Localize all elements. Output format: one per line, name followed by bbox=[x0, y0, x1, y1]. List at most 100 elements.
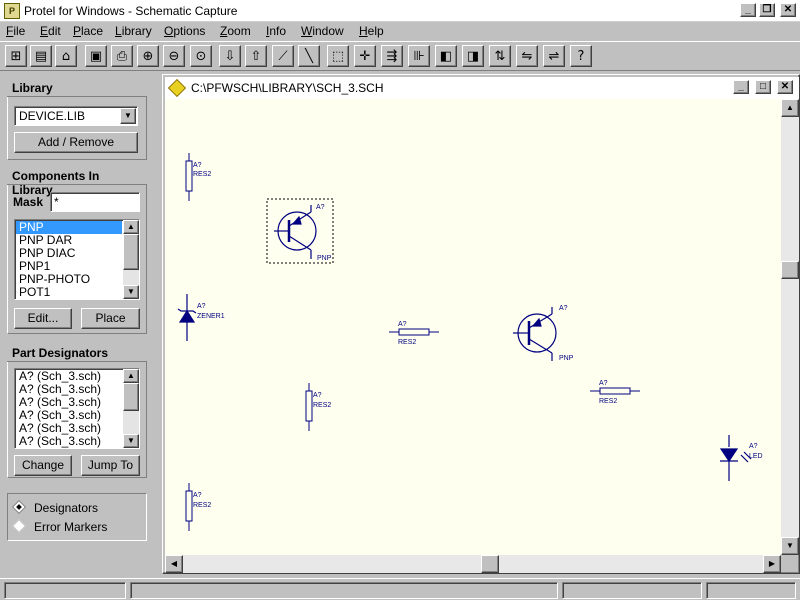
open-file-icon[interactable]: ⌂ bbox=[55, 45, 77, 67]
menu-library[interactable]: Library bbox=[115, 24, 152, 38]
list-item[interactable]: A? (Sch_3.sch) bbox=[16, 435, 122, 448]
close-button[interactable]: ✕ bbox=[780, 3, 796, 17]
port-icon[interactable]: ⇶ bbox=[381, 45, 403, 67]
minimize-button[interactable]: _ bbox=[740, 3, 756, 17]
print-icon[interactable]: ⎙ bbox=[111, 45, 133, 67]
menu-mnemonic: H bbox=[359, 24, 368, 38]
menu-file[interactable]: File bbox=[6, 24, 25, 38]
select-area-icon[interactable]: ⬚ bbox=[327, 45, 349, 67]
restore-button[interactable]: ❐ bbox=[759, 3, 775, 17]
list-item[interactable]: A? (Sch_3.sch) bbox=[16, 422, 122, 435]
menu-window[interactable]: Window bbox=[301, 24, 344, 38]
designators-radio-label[interactable]: Designators bbox=[34, 501, 98, 515]
zoom-out-icon[interactable]: ⊖ bbox=[163, 45, 185, 67]
annotate-icon[interactable]: ⇋ bbox=[516, 45, 538, 67]
scroll-up-icon[interactable]: ▲ bbox=[781, 99, 799, 117]
menu-label-rest: lace bbox=[81, 24, 104, 38]
library-select[interactable]: DEVICE.LIB ▼ bbox=[14, 106, 138, 126]
add-remove-library-button[interactable]: Add / Remove bbox=[14, 132, 138, 153]
status-bar bbox=[0, 578, 800, 600]
schematic-canvas[interactable]: A? RES2 A? PNP A? ZENER1 A? RES2 A? PNP … bbox=[165, 99, 781, 555]
mask-input[interactable]: * bbox=[50, 192, 140, 212]
list-item[interactable]: PNP DAR bbox=[16, 234, 122, 247]
designators-group-header: Part Designators bbox=[7, 345, 147, 362]
scroll-thumb[interactable] bbox=[123, 383, 139, 411]
list-item[interactable]: A? (Sch_3.sch) bbox=[16, 409, 122, 422]
scroll-left-icon[interactable]: ◀ bbox=[165, 555, 183, 573]
change-designator-button[interactable]: Change bbox=[14, 455, 72, 476]
radio-dot-icon bbox=[16, 504, 22, 510]
doc-minimize-button[interactable]: _ bbox=[733, 80, 749, 94]
menu-label-rest: ibrary bbox=[121, 24, 152, 38]
new-sheet-icon[interactable]: ⊞ bbox=[5, 45, 27, 67]
library-book-icon[interactable]: ◧ bbox=[435, 45, 457, 67]
jump-to-button[interactable]: Jump To bbox=[81, 455, 140, 476]
library-browser-panel: Library DEVICE.LIB ▼ Add / Remove Compon… bbox=[0, 72, 160, 578]
doc-maximize-button[interactable]: □ bbox=[755, 80, 771, 94]
scroll-right-icon[interactable]: ▶ bbox=[763, 555, 781, 573]
scroll-down-icon[interactable]: ▼ bbox=[123, 285, 139, 299]
designators-list-scrollbar[interactable]: ▲ ▼ bbox=[123, 369, 139, 448]
designators-list[interactable]: A? (Sch_3.sch) A? (Sch_3.sch) A? (Sch_3.sc… bbox=[14, 368, 140, 449]
designators-radio[interactable] bbox=[11, 499, 27, 515]
error-markers-radio[interactable] bbox=[11, 518, 27, 534]
place-component-button[interactable]: Place bbox=[81, 308, 140, 329]
resistor-component[interactable]: A? RES2 bbox=[305, 383, 331, 431]
resistor-component[interactable]: A? RES2 bbox=[185, 483, 211, 531]
zoom-in-icon[interactable]: ⊕ bbox=[137, 45, 159, 67]
document-title-bar: C:\PFWSCH\LIBRARY\SCH_3.SCH _ □ ✕ bbox=[165, 77, 799, 99]
schematic-doc-icon[interactable] bbox=[167, 78, 187, 98]
components-list-scrollbar[interactable]: ▲ ▼ bbox=[123, 220, 139, 299]
resistor-component[interactable]: A? RES2 bbox=[590, 380, 640, 405]
list-item[interactable]: PNP-PHOTO bbox=[16, 273, 122, 286]
menu-zoom[interactable]: Zoom bbox=[220, 24, 251, 38]
move-up-icon[interactable]: ⇧ bbox=[245, 45, 267, 67]
bus-tool-icon[interactable]: ╲ bbox=[298, 45, 320, 67]
list-item[interactable]: PNP DIAC bbox=[16, 247, 122, 260]
pnp-transistor-component[interactable]: A? PNP bbox=[513, 305, 574, 362]
menu-place[interactable]: Place bbox=[73, 24, 103, 38]
list-item[interactable]: A? (Sch_3.sch) bbox=[16, 370, 122, 383]
resistor-component[interactable]: A? RES2 bbox=[389, 321, 439, 346]
pnp-transistor-component[interactable]: A? PNP bbox=[266, 198, 334, 264]
library-edit-icon[interactable]: ◨ bbox=[462, 45, 484, 67]
erc-icon[interactable]: ⇌ bbox=[543, 45, 565, 67]
open-project-icon[interactable]: ▤ bbox=[30, 45, 52, 67]
netlist-icon[interactable]: ⇅ bbox=[489, 45, 511, 67]
protel-app-icon[interactable]: P bbox=[4, 3, 20, 19]
menu-help[interactable]: Help bbox=[359, 24, 384, 38]
edit-component-button[interactable]: Edit... bbox=[14, 308, 72, 329]
scroll-thumb[interactable] bbox=[481, 555, 499, 573]
save-icon[interactable]: ▣ bbox=[85, 45, 107, 67]
move-down-icon[interactable]: ⇩ bbox=[219, 45, 241, 67]
scroll-thumb[interactable] bbox=[123, 234, 139, 270]
list-item[interactable]: POT1 bbox=[16, 286, 122, 299]
doc-close-button[interactable]: ✕ bbox=[777, 80, 793, 94]
list-item[interactable]: PNP bbox=[16, 221, 122, 234]
help-icon[interactable]: ? bbox=[570, 45, 592, 67]
scroll-down-icon[interactable]: ▼ bbox=[123, 434, 139, 448]
scroll-up-icon[interactable]: ▲ bbox=[123, 369, 139, 383]
part-icon[interactable]: ⊪ bbox=[408, 45, 430, 67]
canvas-vertical-scrollbar[interactable]: ▲ ▼ bbox=[781, 99, 799, 555]
menu-options[interactable]: Options bbox=[164, 24, 205, 38]
component-designator: A? bbox=[398, 321, 407, 328]
zoom-fit-icon[interactable]: ⊙ bbox=[190, 45, 212, 67]
dropdown-arrow-icon[interactable]: ▼ bbox=[120, 108, 136, 124]
error-markers-radio-label[interactable]: Error Markers bbox=[34, 520, 107, 534]
list-item[interactable]: A? (Sch_3.sch) bbox=[16, 396, 122, 409]
scroll-down-icon[interactable]: ▼ bbox=[781, 537, 799, 555]
scroll-up-icon[interactable]: ▲ bbox=[123, 220, 139, 234]
components-list[interactable]: PNP PNP DAR PNP DIAC PNP1 PNP-PHOTO POT1 ▲ ▼ bbox=[14, 219, 140, 300]
led-component[interactable]: A? LED bbox=[719, 435, 763, 481]
list-item[interactable]: PNP1 bbox=[16, 260, 122, 273]
menu-edit[interactable]: Edit bbox=[40, 24, 61, 38]
list-item[interactable]: A? (Sch_3.sch) bbox=[16, 383, 122, 396]
canvas-horizontal-scrollbar[interactable]: ◀ ▶ bbox=[165, 555, 781, 573]
resistor-component[interactable]: A? RES2 bbox=[185, 153, 211, 201]
wire-tool-icon[interactable]: ⟋ bbox=[272, 45, 294, 67]
menu-info[interactable]: Info bbox=[266, 24, 286, 38]
zener-diode-component[interactable]: A? ZENER1 bbox=[177, 294, 225, 341]
scroll-thumb[interactable] bbox=[781, 261, 799, 279]
crosshair-icon[interactable]: ✛ bbox=[354, 45, 376, 67]
